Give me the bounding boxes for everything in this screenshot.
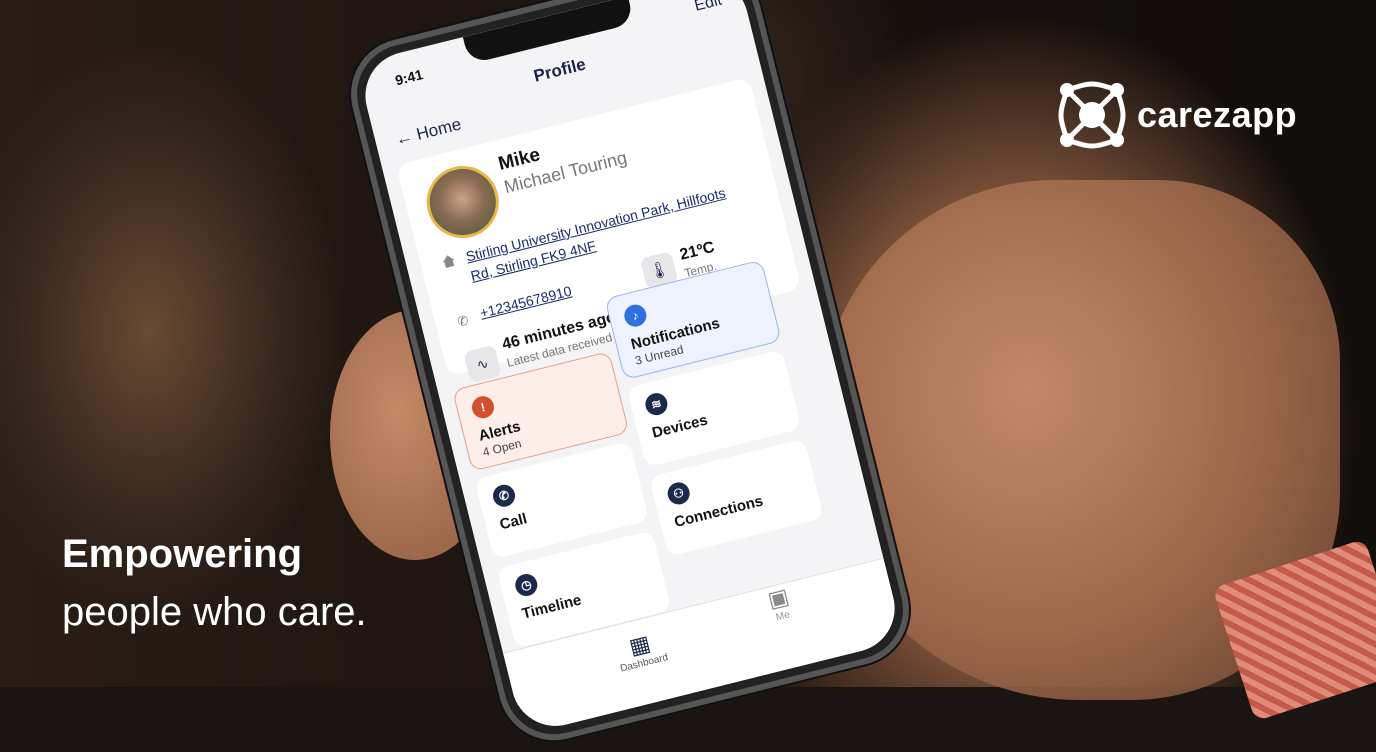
tab-me-label: Me [774,609,791,624]
tab-me[interactable]: ▣ Me [765,583,794,624]
tab-dashboard[interactable]: ▦ Dashboard [613,627,669,674]
carezapp-logo-icon [1058,81,1126,149]
timeline-title: Timeline [520,591,584,623]
brand-name: carezapp [1137,94,1298,135]
wifi-icon: ≋ [643,390,670,418]
phone-icon: ✆ [455,312,471,330]
phone-link[interactable]: +12345678910 [478,283,573,321]
exclamation-icon: ! [469,393,497,421]
pulse-icon: ∿ [463,344,502,384]
avatar [419,158,507,246]
status-time: 9:41 [393,66,425,89]
phone-call-icon: ✆ [490,482,518,510]
bell-icon: ♪ [622,302,649,329]
people-icon: ⚇ [665,480,692,507]
brand-logo: carezapp [1055,78,1297,152]
clock-icon: ◷ [512,571,540,599]
tagline: people who care. [62,590,367,634]
devices-title: Devices [650,411,710,442]
tagline-bold: Empowering [62,532,303,576]
edit-button[interactable]: Edit [693,0,724,16]
call-title: Call [497,510,529,534]
home-icon [441,254,456,269]
